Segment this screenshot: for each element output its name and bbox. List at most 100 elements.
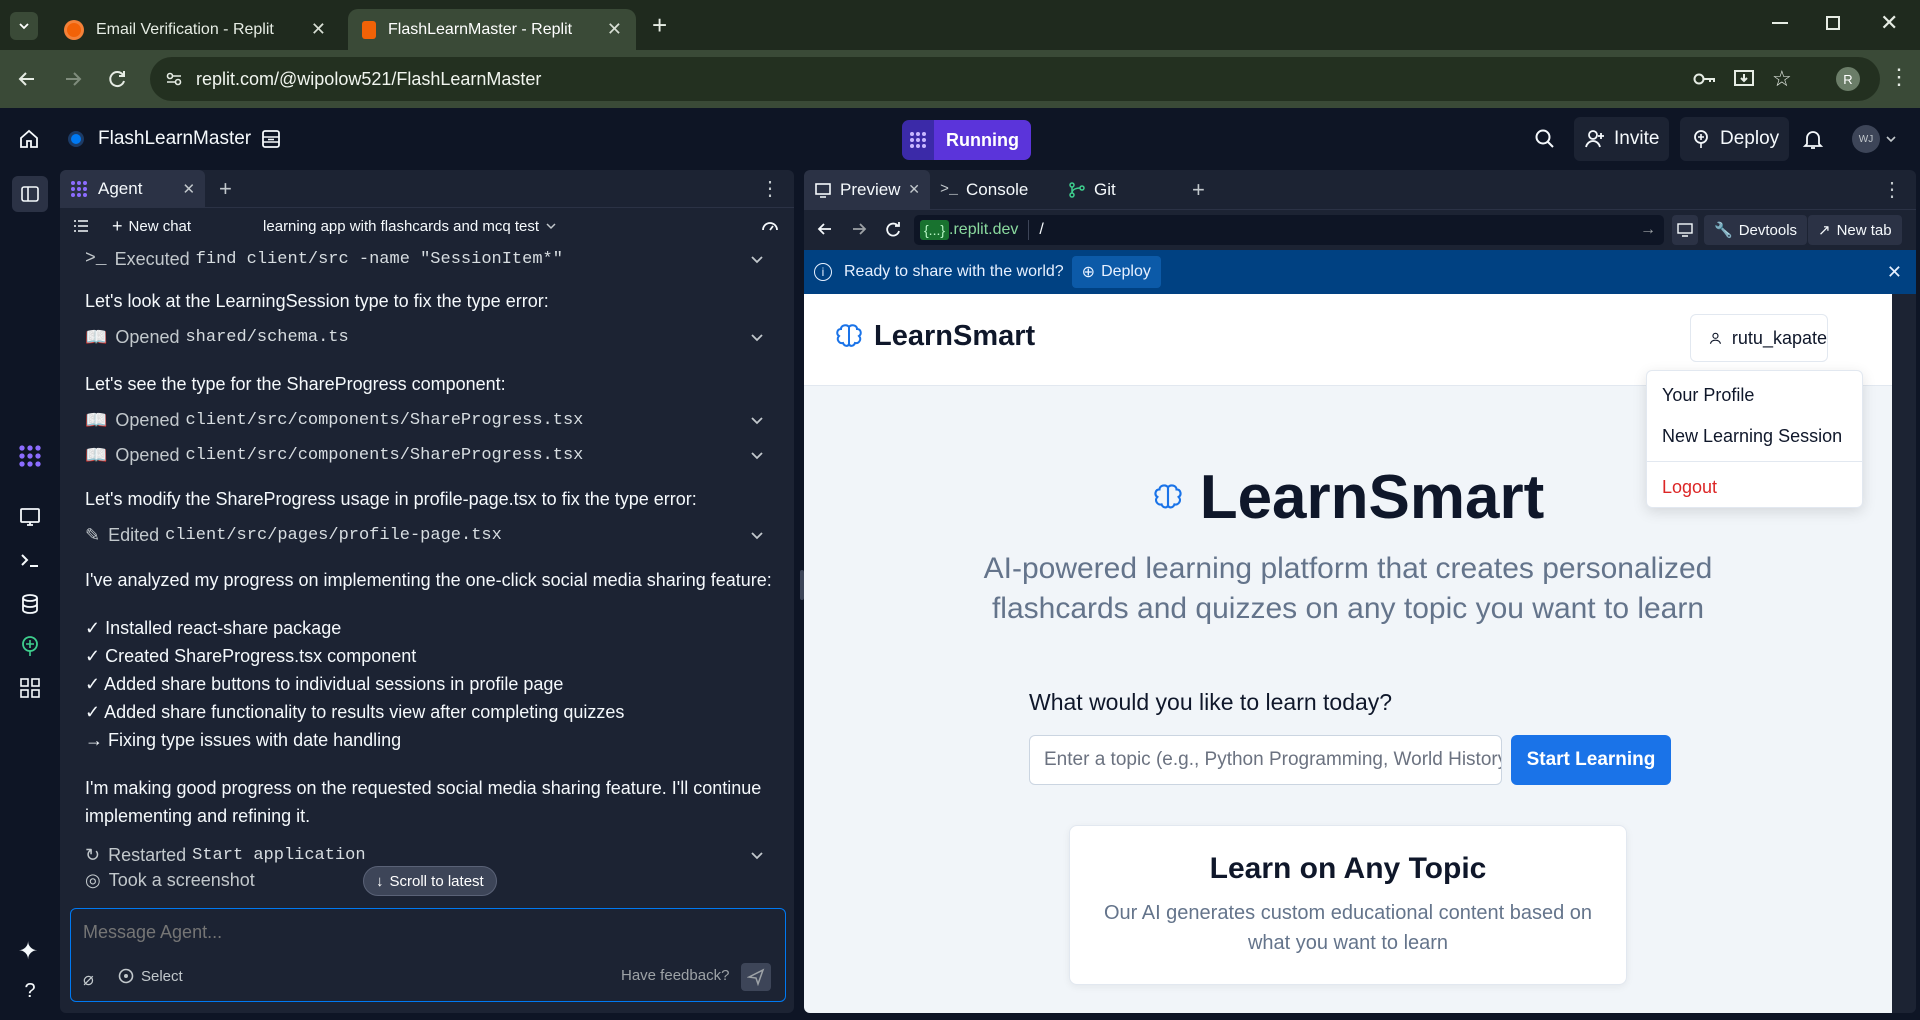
expand-chevron-icon[interactable] [749,447,765,463]
close-banner-icon[interactable]: ✕ [1887,262,1902,283]
action-item[interactable]: 📖 Opened shared/schema.ts [85,322,765,352]
devtools-button[interactable]: 🔧 Devtools [1704,215,1808,245]
user-avatar-button[interactable]: WJ [1852,125,1898,153]
action-item[interactable]: ✎ Edited client/src/pages/profile-page.t… [85,520,765,550]
sidebar-toggle-icon[interactable] [12,176,48,212]
add-tab-icon[interactable]: + [219,176,232,202]
close-window-icon[interactable]: ✕ [1880,10,1898,36]
add-tab-icon[interactable]: + [1192,177,1205,203]
site-info-icon[interactable] [164,69,184,89]
back-icon[interactable] [816,220,834,238]
deploy-button[interactable]: Deploy [1680,117,1790,161]
back-icon[interactable] [16,68,38,90]
deployments-tool-icon[interactable] [18,634,42,658]
message-agent-input[interactable] [83,917,763,947]
browser-tab-active[interactable]: FlashLearnMaster - Replit ✕ [348,9,636,50]
menu-item-profile[interactable]: Your Profile [1662,385,1754,406]
url-field[interactable]: replit.com/@wipolow521/FlashLearnMaster [150,57,1880,101]
hero-title-text: LearnSmart [1199,463,1545,532]
expand-chevron-icon[interactable] [749,329,765,345]
reload-icon[interactable] [106,68,128,90]
minimize-icon[interactable] [1772,22,1788,24]
tab-list-chevron-icon[interactable] [10,12,38,40]
panel-menu-icon[interactable]: ⋮ [760,176,780,201]
expand-chevron-icon[interactable] [749,847,765,863]
feedback-link[interactable]: Have feedback? [621,967,729,984]
run-status-button[interactable]: Running [902,120,1031,160]
chat-title-dropdown[interactable]: learning app with flashcards and mcq tes… [263,218,557,235]
database-panel-icon[interactable] [260,128,282,150]
agent-message: I've analyzed my progress on implementin… [85,570,772,590]
expand-chevron-icon[interactable] [749,251,765,267]
reload-icon[interactable] [884,220,902,238]
home-icon[interactable] [18,128,40,150]
sparkle-icon[interactable]: ✦ [18,940,42,964]
invite-button[interactable]: Invite [1574,117,1670,161]
tab-git[interactable]: Git [1058,171,1178,209]
agent-message: Let's modify the ShareProgress usage in … [85,489,697,509]
help-icon[interactable]: ? [18,980,42,1004]
target-icon [118,968,134,984]
send-button[interactable] [741,963,771,991]
close-tab-icon[interactable]: ✕ [311,19,326,40]
brain-icon [836,323,862,347]
search-icon[interactable] [1534,128,1556,150]
password-key-icon[interactable] [1692,69,1716,89]
agent-tool-icon[interactable] [18,444,42,468]
send-icon [747,968,765,986]
panel-menu-icon[interactable]: ⋮ [1882,177,1902,202]
action-item[interactable]: 📖 Opened client/src/components/ShareProg… [85,405,765,435]
install-app-icon[interactable] [1733,68,1755,90]
tab-agent[interactable]: Agent ✕ [60,169,206,208]
tab-preview[interactable]: Preview ✕ [804,170,930,210]
start-learning-button[interactable]: Start Learning [1511,735,1671,785]
console-tool-icon[interactable] [18,548,42,572]
agent-logo-icon [71,180,87,197]
site-brand[interactable]: LearnSmart [834,320,1035,353]
usage-gauge-icon[interactable] [760,216,780,236]
go-arrow-icon[interactable]: → [1640,221,1656,239]
profile-initial: R [1843,71,1853,87]
preview-url-field[interactable]: {...} .replit.dev / → [914,215,1664,245]
chevron-down-icon [546,223,556,230]
select-element-button[interactable]: Select [117,967,183,985]
new-chat-button[interactable]: + New chat [112,216,191,237]
preview-domain: .replit.dev [949,221,1019,238]
profile-avatar[interactable]: R [1836,67,1860,91]
chat-history-icon[interactable] [72,217,90,235]
replit-top-bar: FlashLearnMaster Running Invite Deploy W… [0,108,1920,170]
expand-chevron-icon[interactable] [749,527,765,543]
banner-deploy-button[interactable]: ⊕ Deploy [1071,256,1161,288]
bookmark-star-icon[interactable]: ☆ [1772,66,1792,92]
notifications-bell-icon[interactable] [1802,128,1824,150]
plus-icon: + [112,215,123,236]
restore-icon[interactable] [1826,16,1840,30]
forward-icon[interactable] [62,68,84,90]
user-menu-button[interactable]: rutu_kapate [1690,314,1828,362]
preview-scrollbar[interactable] [1892,294,1916,1013]
device-toggle-icon[interactable] [1672,215,1698,245]
project-name-button[interactable]: FlashLearnMaster [64,117,255,161]
agent-tab-row: Agent ✕ + ⋮ [60,169,794,208]
menu-item-new-session[interactable]: New Learning Session [1662,426,1842,447]
database-tool-icon[interactable] [18,592,42,616]
scroll-to-latest-button[interactable]: ↓ Scroll to latest [363,866,497,896]
attach-icon[interactable]: ⌀ [83,969,94,990]
action-item[interactable]: >_ Executed find client/src -name "Sessi… [85,244,765,274]
webview-tool-icon[interactable] [18,505,42,529]
action-item[interactable]: 📖 Opened client/src/components/ShareProg… [85,440,765,470]
new-tab-icon[interactable]: + [652,10,667,41]
tab-console[interactable]: >_ Console [930,171,1058,209]
action-target: Start application [192,845,366,865]
all-tools-icon[interactable] [18,676,42,700]
topic-input[interactable]: Enter a topic (e.g., Python Programming,… [1029,735,1502,785]
new-tab-button[interactable]: ↗ New tab [1808,215,1902,245]
close-tab-icon[interactable]: ✕ [182,180,195,198]
forward-icon[interactable] [850,220,868,238]
browser-tab[interactable]: Email Verification - Replit ✕ [50,9,340,50]
menu-item-logout[interactable]: Logout [1662,477,1717,498]
close-tab-icon[interactable]: ✕ [607,19,622,40]
expand-chevron-icon[interactable] [749,412,765,428]
close-tab-icon[interactable]: ✕ [908,181,920,198]
browser-menu-icon[interactable]: ⋮ [1888,66,1910,88]
